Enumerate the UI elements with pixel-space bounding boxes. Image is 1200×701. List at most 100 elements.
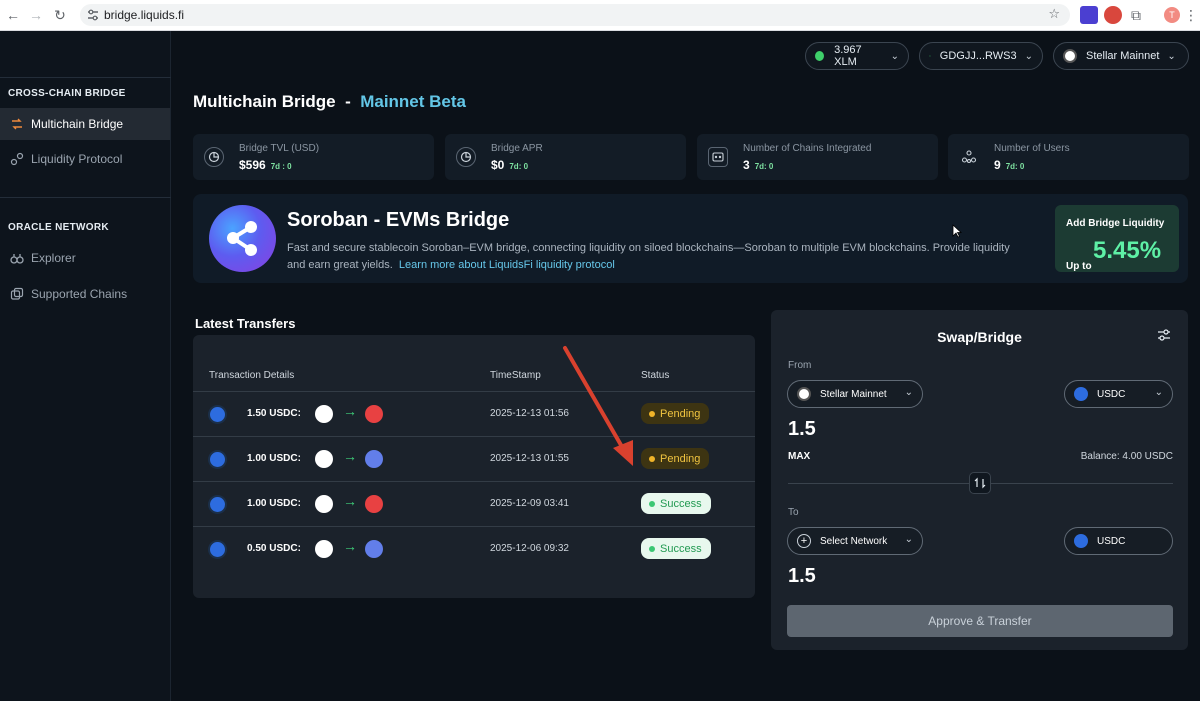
stat-value-text: 9 (994, 158, 1001, 172)
banner-title: Soroban - EVMs Bridge (287, 209, 510, 231)
page-title-beta: Mainnet Beta (360, 92, 466, 111)
liquidity-icon (10, 152, 24, 166)
sidebar-item-liquidity-protocol[interactable]: Liquidity Protocol (0, 143, 170, 175)
stellar-icon (315, 495, 333, 513)
to-network-value: Select Network (820, 535, 888, 547)
stat-value: 9 7d: 0 (994, 158, 1024, 172)
swap-title: Swap/Bridge (937, 329, 1022, 345)
stat-delta: 7d: 0 (1005, 162, 1025, 171)
plus-circle-icon: + (797, 534, 811, 548)
arrow-right-icon: → (343, 403, 357, 419)
status-badge: Success (641, 493, 711, 514)
bookmark-star-icon[interactable]: ☆ (1048, 6, 1060, 22)
table-row[interactable]: 0.50 USDC: → 2025-12-06 09:32 Success (193, 526, 755, 571)
column-header-status: Status (641, 370, 670, 381)
arrow-right-icon: → (343, 538, 357, 554)
back-icon[interactable]: ← (4, 6, 22, 24)
users-network-icon (959, 147, 979, 167)
network-pill[interactable]: Stellar Mainnet ⌄ (1053, 42, 1189, 70)
avalanche-icon (365, 495, 383, 513)
sidebar-divider (0, 197, 171, 198)
xlm-balance: 3.967 XLM (834, 44, 862, 68)
from-token-select[interactable]: USDC ⌄ (1064, 380, 1173, 408)
extension-icon[interactable] (1080, 6, 1098, 24)
arrow-right-icon: → (343, 448, 357, 464)
sidebar-item-label: Multichain Bridge (31, 117, 124, 131)
status-dot-icon (649, 410, 655, 417)
profile-avatar[interactable]: T (1164, 7, 1180, 23)
xlm-balance-pill[interactable]: 3.967 XLM ⌄ (805, 42, 909, 70)
status-text: Success (660, 542, 702, 555)
network-name: Stellar Mainnet (1086, 50, 1160, 62)
transfer-amount: 1.00 USDC: (247, 498, 301, 509)
stat-card-tvl: Bridge TVL (USD) $596 7d : 0 (193, 134, 434, 180)
latest-transfers-title: Latest Transfers (195, 316, 296, 331)
bridge-icon (10, 117, 24, 131)
sidebar-section-bridge: CROSS-CHAIN BRIDGE (8, 88, 126, 99)
pie-chart-icon (204, 147, 224, 167)
sliders-settings-icon[interactable] (1157, 328, 1171, 342)
sidebar-section-oracle: ORACLE NETWORK (8, 222, 109, 233)
share-logo-icon (209, 205, 276, 272)
stat-card-apr: Bridge APR $0 7d: 0 (445, 134, 686, 180)
from-amount-input[interactable]: 1.5 (788, 418, 816, 441)
stellar-icon (1063, 49, 1077, 63)
usdc-icon (210, 452, 225, 467)
column-header-timestamp: TimeStamp (490, 370, 541, 381)
to-token-display: USDC (1064, 527, 1173, 555)
status-text: Success (660, 497, 702, 510)
add-bridge-liquidity-button[interactable]: Add Bridge Liquidity Up to 5.45% (1055, 205, 1179, 272)
wallet-pill[interactable]: GDGJJ...RWS3 ⌄ (919, 42, 1043, 70)
to-network-select[interactable]: + Select Network ⌄ (787, 527, 923, 555)
bridge-banner: Soroban - EVMs Bridge Fast and secure st… (193, 194, 1188, 283)
sidebar-item-multichain-bridge[interactable]: Multichain Bridge (0, 108, 170, 140)
sidebar-item-supported-chains[interactable]: Supported Chains (0, 278, 170, 310)
stellar-icon (315, 405, 333, 423)
transfer-timestamp: 2025-12-13 01:56 (490, 408, 569, 419)
stat-label: Number of Chains Integrated (743, 143, 872, 154)
table-row[interactable]: 1.00 USDC: → 2025-12-09 03:41 Success (193, 481, 755, 526)
address-bar[interactable]: bridge.liquids.fi ☆ (80, 4, 1070, 26)
reload-icon[interactable]: ↻ (51, 6, 69, 24)
status-dot-icon (649, 545, 655, 552)
from-network-select[interactable]: Stellar Mainnet ⌄ (787, 380, 923, 408)
status-badge: Pending (641, 448, 710, 469)
add-liquidity-prefix: Up to (1066, 261, 1092, 272)
usdc-icon (210, 407, 225, 422)
max-button[interactable]: MAX (788, 451, 810, 462)
usdc-icon (210, 542, 225, 557)
chevron-down-icon: ⌄ (1024, 50, 1033, 62)
to-token-value: USDC (1097, 535, 1126, 547)
approve-transfer-button[interactable]: Approve & Transfer (787, 605, 1173, 637)
extension-badge-icon[interactable] (1104, 6, 1122, 24)
forward-icon[interactable]: → (27, 6, 45, 24)
ethereum-icon (365, 540, 383, 558)
swap-arrows-icon (974, 477, 986, 489)
status-dot-icon (815, 51, 825, 61)
stat-label: Bridge TVL (USD) (239, 143, 320, 154)
swap-bridge-panel: Swap/Bridge From Stellar Mainnet ⌄ USDC … (771, 310, 1188, 650)
swap-direction-button[interactable] (969, 472, 991, 494)
table-row[interactable]: 1.50 USDC: → 2025-12-13 01:56 Pending (193, 391, 755, 436)
usdc-icon (1074, 387, 1088, 401)
chevron-down-icon: ⌄ (904, 387, 913, 398)
transfer-timestamp: 2025-12-06 09:32 (490, 543, 569, 554)
extensions-puzzle-icon[interactable]: ⧉ (1127, 6, 1145, 24)
stat-value-text: $0 (491, 158, 505, 172)
stat-delta: 7d: 0 (754, 162, 774, 171)
stat-value: $0 7d: 0 (491, 158, 528, 172)
chevron-down-icon: ⌄ (890, 50, 899, 62)
from-network-value: Stellar Mainnet (820, 388, 887, 400)
stat-value: 3 7d: 0 (743, 158, 773, 172)
learn-more-link[interactable]: Learn more about LiquidsFi liquidity pro… (399, 259, 615, 271)
stellar-icon (797, 387, 811, 401)
table-row[interactable]: 1.00 USDC: → 2025-12-13 01:55 Pending (193, 436, 755, 481)
apr-percent: 5.45% (1093, 237, 1162, 264)
page-title-separator: - (345, 92, 351, 111)
browser-menu-icon[interactable]: ⋮ (1182, 6, 1200, 24)
transfer-timestamp: 2025-12-09 03:41 (490, 498, 569, 509)
site-settings-icon[interactable] (86, 8, 100, 22)
chains-integrated-icon (708, 147, 728, 167)
stellar-icon (315, 450, 333, 468)
sidebar-item-explorer[interactable]: Explorer (0, 242, 170, 274)
